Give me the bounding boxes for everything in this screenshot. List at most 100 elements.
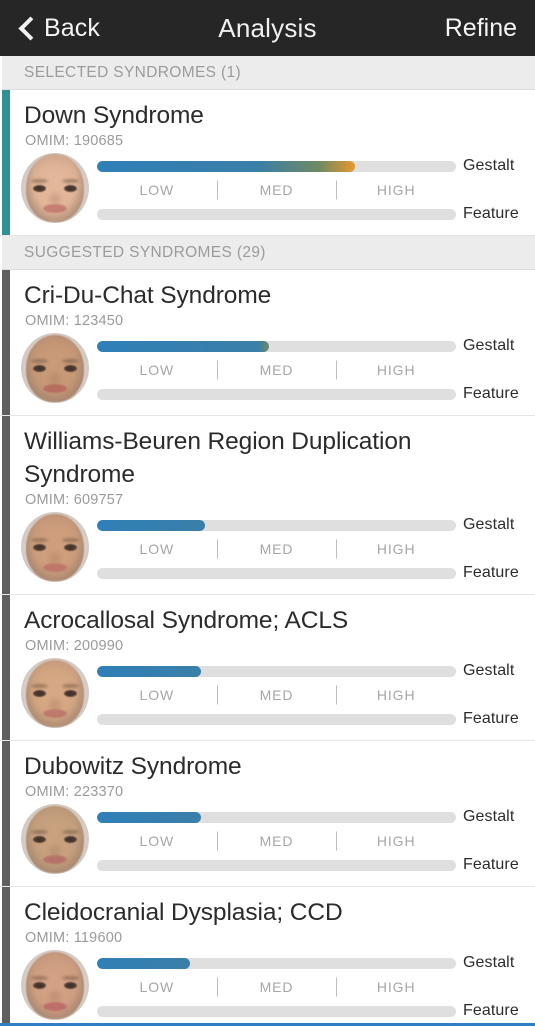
scale-tick-low: LOW [139, 182, 175, 199]
syndrome-omim-id: OMIM: 190685 [25, 133, 124, 150]
gestalt-label: Gestalt [463, 516, 515, 534]
composite-face-image [21, 333, 89, 403]
gestalt-meter-row: Gestalt [97, 808, 535, 826]
feature-meter-row: Feature [97, 385, 535, 403]
card-body: Gestalt LOW MED HIGH Feature [0, 950, 535, 1021]
syndrome-title: Williams-Beuren Region Duplication Syndr… [24, 428, 412, 489]
syndrome-title: Down Syndrome [24, 102, 204, 129]
refine-button[interactable]: Refine [445, 14, 517, 43]
chevron-left-icon [18, 14, 35, 42]
feature-score-bar [97, 713, 456, 725]
card-body: Gestalt LOW MED HIGH Feature [0, 153, 535, 224]
scale-tick-med: MED [217, 182, 337, 198]
card-status-strip [2, 595, 10, 741]
card-status-strip [2, 741, 10, 887]
score-meters: Gestalt LOW MED HIGH Feature [89, 950, 535, 1020]
score-meters: Gestalt LOW MED HIGH Feature [89, 333, 535, 403]
syndrome-card[interactable]: Cleidocranial Dysplasia; CCD OMIM: 119600… [0, 887, 535, 1023]
syndrome-omim-id: OMIM: 119600 [25, 930, 123, 947]
scale-tick-med: MED [217, 833, 337, 849]
syndrome-card[interactable]: Williams-Beuren Region Duplication Syndr… [0, 416, 535, 596]
score-scale: LOW MED HIGH [97, 175, 456, 205]
feature-meter-row: Feature [97, 564, 535, 582]
scale-tick-med: MED [217, 979, 337, 995]
syndrome-avatar[interactable] [21, 153, 89, 224]
gestalt-score-bar [97, 957, 456, 969]
syndrome-avatar[interactable] [21, 804, 89, 875]
gestalt-label: Gestalt [463, 808, 515, 826]
feature-label: Feature [463, 385, 519, 403]
score-scale: LOW MED HIGH [97, 534, 456, 564]
score-scale: LOW MED HIGH [97, 355, 456, 385]
gestalt-label: Gestalt [463, 954, 515, 972]
scale-tick-low: LOW [139, 833, 175, 850]
gestalt-label: Gestalt [463, 662, 515, 680]
composite-face-image [21, 804, 89, 874]
syndrome-card[interactable]: Down Syndrome OMIM: 190685 Gestalt LOW MED HI… [0, 90, 535, 237]
syndrome-card[interactable]: Cri-Du-Chat Syndrome OMIM: 123450 Gestalt L… [0, 270, 535, 417]
scale-tick-low: LOW [139, 687, 175, 704]
feature-label: Feature [463, 1002, 519, 1020]
syndrome-list-scroll[interactable]: SELECTED SYNDROMES (1) Down Syndrome OMIM:… [0, 56, 535, 1023]
feature-meter-row: Feature [97, 856, 535, 874]
syndrome-avatar[interactable] [21, 512, 89, 583]
gestalt-meter-row: Gestalt [97, 516, 535, 534]
feature-score-bar [97, 859, 456, 871]
feature-meter-row: Feature [97, 1002, 535, 1020]
score-meters: Gestalt LOW MED HIGH Feature [89, 512, 535, 582]
syndrome-title: Cleidocranial Dysplasia; CCD [24, 899, 343, 927]
scale-tick-high: HIGH [336, 833, 456, 849]
scale-tick-low: LOW [139, 979, 175, 996]
feature-meter-row: Feature [97, 710, 535, 728]
scale-tick-med: MED [217, 541, 337, 557]
feature-label: Feature [463, 564, 519, 582]
navigation-bar: Back Analysis Refine [0, 0, 535, 56]
feature-meter-row: Feature [97, 205, 535, 223]
feature-label: Feature [463, 710, 519, 728]
gestalt-score-fill [97, 160, 356, 172]
syndrome-omim-id: OMIM: 223370 [25, 784, 124, 801]
feature-label: Feature [463, 856, 519, 874]
syndrome-card[interactable]: Dubowitz Syndrome OMIM: 223370 Gestalt LOW M… [0, 741, 535, 888]
gestalt-score-bar [97, 665, 456, 677]
feature-score-bar [97, 1005, 456, 1017]
syndrome-omim-id: OMIM: 609757 [25, 492, 124, 509]
scale-tick-high: HIGH [336, 541, 456, 557]
syndrome-title: Cri-Du-Chat Syndrome [24, 282, 272, 310]
score-scale: LOW MED HIGH [97, 680, 456, 710]
composite-face-image [21, 950, 89, 1020]
gestalt-score-fill [97, 340, 270, 352]
syndrome-omim-id: OMIM: 123450 [25, 313, 124, 330]
composite-face-image [21, 153, 89, 223]
back-button[interactable]: Back [18, 14, 138, 43]
score-meters: Gestalt LOW MED HIGH Feature [89, 658, 535, 728]
card-status-strip [2, 887, 10, 1023]
syndrome-avatar[interactable] [21, 333, 89, 404]
gestalt-score-bar [97, 160, 456, 172]
gestalt-score-bar [97, 340, 456, 352]
scale-tick-high: HIGH [336, 687, 456, 703]
gestalt-score-bar [97, 519, 456, 531]
gestalt-meter-row: Gestalt [97, 157, 535, 175]
syndrome-omim-id: OMIM: 200990 [25, 638, 124, 655]
syndrome-avatar[interactable] [21, 658, 89, 729]
syndrome-avatar[interactable] [21, 950, 89, 1021]
syndrome-sections: SELECTED SYNDROMES (1) Down Syndrome OMIM:… [0, 56, 535, 1023]
card-status-strip [2, 90, 10, 236]
score-meters: Gestalt LOW MED HIGH Feature [89, 804, 535, 874]
card-body: Gestalt LOW MED HIGH Feature [0, 512, 535, 583]
back-button-label: Back [44, 13, 100, 42]
syndrome-card[interactable]: Acrocallosal Syndrome; ACLS OMIM: 200990 G… [0, 595, 535, 742]
gestalt-label: Gestalt [463, 157, 515, 175]
card-body: Gestalt LOW MED HIGH Feature [0, 333, 535, 404]
card-status-strip [2, 270, 10, 416]
card-body: Gestalt LOW MED HIGH Feature [0, 804, 535, 875]
gestalt-score-fill [97, 811, 202, 823]
gestalt-score-fill [97, 957, 191, 969]
syndrome-title: Dubowitz Syndrome [24, 753, 242, 781]
feature-score-bar [97, 567, 456, 579]
card-status-strip [2, 416, 10, 595]
scale-tick-high: HIGH [336, 979, 456, 995]
feature-label: Feature [463, 205, 519, 223]
gestalt-meter-row: Gestalt [97, 662, 535, 680]
